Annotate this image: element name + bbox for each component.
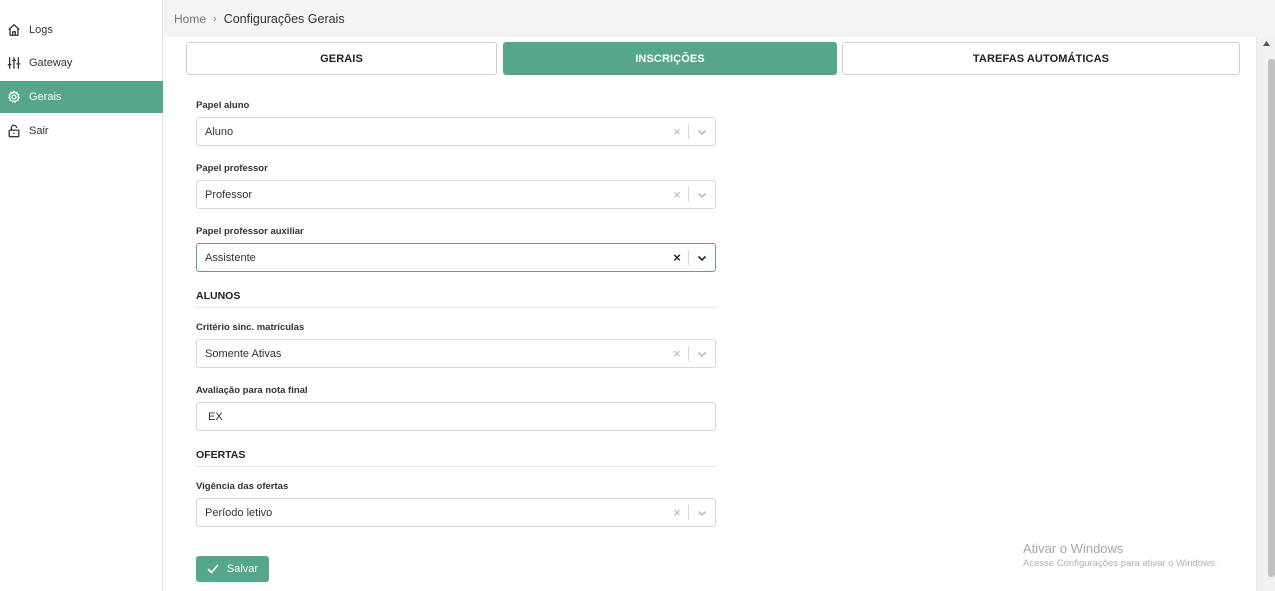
breadcrumb: Home › Configurações Gerais (164, 0, 1275, 37)
breadcrumb-home-link[interactable]: Home (174, 12, 206, 26)
sidebar-item-label: Gerais (29, 91, 62, 103)
scroll-up-arrow-icon[interactable] (1257, 37, 1275, 49)
sidebar: Logs Gateway Gerais Sair (0, 0, 163, 591)
chevron-down-icon[interactable] (689, 127, 715, 137)
sidebar-item-label: Gateway (29, 57, 73, 69)
chevron-down-icon[interactable] (689, 253, 715, 263)
sidebar-item-label: Logs (29, 24, 53, 36)
lock-open-icon (6, 123, 22, 139)
section-title-ofertas: OFERTAS (196, 449, 716, 467)
papel-aluno-value: Aluno (205, 125, 234, 138)
home-icon (6, 22, 22, 38)
gear-icon (6, 89, 22, 105)
chevron-down-icon[interactable] (689, 349, 715, 359)
papel-aluno-select[interactable]: Aluno × (196, 117, 716, 146)
papel-professor-auxiliar-select[interactable]: Assistente × (196, 243, 716, 272)
sidebar-item-gerais[interactable]: Gerais (0, 81, 163, 113)
scrollbar-thumb[interactable] (1268, 59, 1275, 577)
criterio-sinc-label: Critério sinc. matrículas (196, 322, 305, 333)
papel-professor-select[interactable]: Professor × (196, 180, 716, 209)
check-icon (207, 564, 219, 574)
windows-watermark-subtitle: Acesse Configurações para ativar o Windo… (1023, 558, 1218, 569)
papel-professor-label: Papel professor (196, 163, 268, 174)
papel-professor-auxiliar-value: Assistente (205, 251, 256, 264)
sidebar-item-sair[interactable]: Sair (0, 115, 163, 147)
papel-aluno-label: Papel aluno (196, 100, 250, 111)
chevron-down-icon[interactable] (689, 190, 715, 200)
papel-professor-auxiliar-label: Papel professor auxiliar (196, 226, 304, 237)
sliders-icon (6, 55, 22, 71)
criterio-sinc-select[interactable]: Somente Ativas × (196, 339, 716, 368)
criterio-sinc-value: Somente Ativas (205, 347, 282, 360)
vigencia-ofertas-value: Período letivo (205, 506, 273, 519)
clear-icon[interactable]: × (666, 250, 688, 265)
avaliacao-nota-final-input[interactable] (196, 402, 716, 431)
save-button-label: Salvar (226, 563, 259, 575)
tab-inscricoes[interactable]: INSCRIÇÕES (503, 42, 837, 75)
windows-watermark-title: Ativar o Windows (1023, 541, 1124, 556)
tab-gerais[interactable]: GERAIS (186, 42, 497, 75)
sidebar-item-gateway[interactable]: Gateway (0, 47, 163, 79)
vertical-scrollbar[interactable] (1256, 37, 1275, 591)
avaliacao-nota-final-label: Avaliação para nota final (196, 385, 308, 396)
section-title-alunos: ALUNOS (196, 290, 716, 308)
clear-icon[interactable]: × (666, 505, 688, 520)
chevron-down-icon[interactable] (689, 508, 715, 518)
main-content: GERAIS INSCRIÇÕES TAREFAS AUTOMÁTICAS Pa… (164, 37, 1256, 591)
clear-icon[interactable]: × (666, 124, 688, 139)
clear-icon[interactable]: × (666, 187, 688, 202)
save-button[interactable]: Salvar (196, 556, 269, 582)
vigencia-ofertas-select[interactable]: Período letivo × (196, 498, 716, 527)
page-title: Configurações Gerais (223, 11, 345, 26)
vigencia-ofertas-label: Vigência das ofertas (196, 481, 289, 492)
clear-icon[interactable]: × (666, 346, 688, 361)
sidebar-item-logs[interactable]: Logs (0, 14, 163, 46)
chevron-right-icon: › (213, 12, 217, 25)
sidebar-item-label: Sair (29, 125, 49, 137)
tab-tarefas-automaticas[interactable]: TAREFAS AUTOMÁTICAS (842, 42, 1240, 75)
papel-professor-value: Professor (205, 188, 253, 201)
